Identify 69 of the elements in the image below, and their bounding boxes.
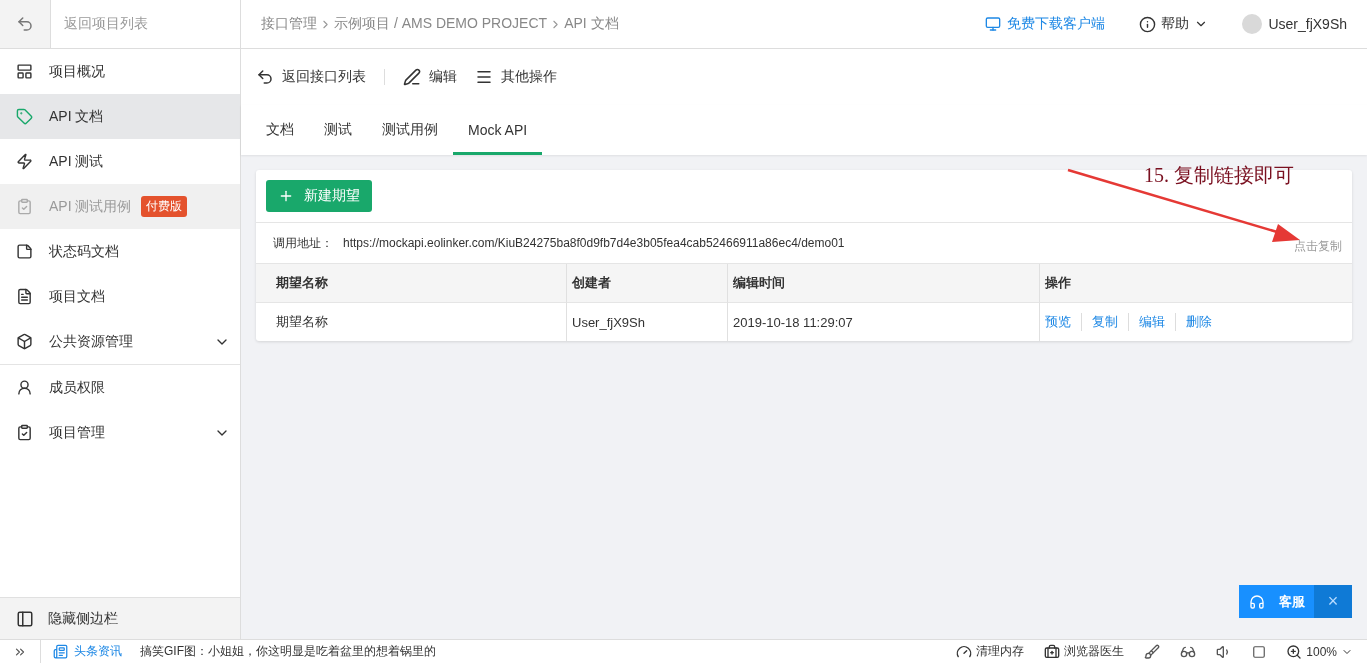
annotation-text: 15. 复制链接即可 xyxy=(1144,163,1294,188)
breadcrumb-item[interactable]: 接口管理 xyxy=(261,15,317,33)
hide-sidebar-button[interactable]: 隐藏侧边栏 xyxy=(0,597,240,639)
table-cell: 2019-10-18 11:29:07 xyxy=(728,303,1040,341)
lightning-icon xyxy=(16,153,33,170)
gauge-icon xyxy=(956,643,973,660)
tab[interactable]: 测试 xyxy=(309,108,367,155)
url-label: 调用地址： xyxy=(273,234,333,252)
download-client-link[interactable]: 免费下载客户端 xyxy=(985,15,1106,33)
news-link[interactable]: 头条资讯 xyxy=(41,643,122,660)
info-icon xyxy=(1139,15,1157,33)
toolbar-button[interactable]: 其他操作 xyxy=(475,68,575,86)
mock-url: https://mockapi.eolinker.com/KiuB24275ba8f0d9fb7d4e3b05fea4cab52466911a86ec4/demo01 xyxy=(343,236,845,250)
sidebar-label: API 文档 xyxy=(49,107,104,126)
browser-doctor-button[interactable]: 浏览器医生 xyxy=(1044,643,1125,660)
sidebar-label: API 测试 xyxy=(49,152,104,171)
panel-icon xyxy=(16,609,34,628)
toolbar-button[interactable]: 返回接口列表 xyxy=(256,68,384,86)
tab[interactable]: 测试用例 xyxy=(367,108,453,155)
document-icon xyxy=(16,288,33,305)
note-icon xyxy=(16,243,33,260)
pen-icon xyxy=(403,68,421,86)
tab[interactable]: Mock API xyxy=(453,108,543,155)
column-header: 编辑时间 xyxy=(728,264,1040,303)
sidebar-label: API 测试用例 xyxy=(49,197,132,216)
tag-icon xyxy=(16,108,33,125)
headset-icon xyxy=(1248,593,1265,610)
brush-icon[interactable] xyxy=(1144,643,1161,660)
cube-icon xyxy=(16,333,33,350)
sidebar-item[interactable]: API 文档 xyxy=(0,94,240,139)
monitor-icon xyxy=(985,16,1002,32)
sidebar-label: 公共资源管理 xyxy=(49,332,133,351)
clipboard-icon xyxy=(16,198,33,215)
action-link[interactable]: 复制 xyxy=(1081,313,1128,331)
undo-arrow-icon xyxy=(256,68,274,86)
action-link[interactable]: 编辑 xyxy=(1128,313,1175,331)
sidebar-label: 项目概况 xyxy=(49,62,105,81)
menu-icon xyxy=(475,68,493,86)
newspaper-icon xyxy=(53,644,68,659)
plus-icon xyxy=(278,188,294,204)
layout-icon xyxy=(16,63,33,80)
table-cell: User_fjX9Sh xyxy=(567,303,728,341)
help-menu[interactable]: 帮助 xyxy=(1139,15,1209,33)
medical-kit-icon xyxy=(1044,643,1061,660)
window-icon[interactable] xyxy=(1252,644,1267,659)
column-header: 期望名称 xyxy=(256,264,567,303)
action-link[interactable]: 预览 xyxy=(1045,313,1081,331)
zoom-in-icon xyxy=(1286,643,1303,660)
breadcrumb-item[interactable]: 示例项目 / AMS DEMO PROJECT xyxy=(334,15,548,33)
user-icon xyxy=(16,379,33,396)
clipboard-icon xyxy=(16,424,33,441)
column-header: 操作 xyxy=(1040,264,1352,303)
undo-arrow-icon xyxy=(16,15,34,33)
news-headline[interactable]: 搞笑GIF图：小姐姐，你这明显是吃着盆里的想着锅里的 xyxy=(122,643,436,660)
sidebar-label: 项目管理 xyxy=(49,423,105,442)
action-link[interactable]: 删除 xyxy=(1175,313,1222,331)
column-header: 创建者 xyxy=(567,264,728,303)
toolbar-button[interactable]: 编辑 xyxy=(403,68,475,86)
table-cell: 期望名称 xyxy=(256,303,567,341)
sidebar-label: 项目文档 xyxy=(49,287,105,306)
paid-badge: 付费版 xyxy=(141,196,188,217)
user-menu[interactable]: User_fjX9Sh xyxy=(1242,14,1347,34)
zoom-control[interactable]: 100% xyxy=(1286,643,1353,660)
sidebar-label: 状态码文档 xyxy=(49,242,119,261)
avatar xyxy=(1242,14,1263,34)
clean-memory-button[interactable]: 清理内存 xyxy=(956,643,1025,660)
sidebar-label: 成员权限 xyxy=(49,378,105,397)
tab[interactable]: 文档 xyxy=(251,108,309,155)
breadcrumb-item[interactable]: API 文档 xyxy=(564,15,619,33)
